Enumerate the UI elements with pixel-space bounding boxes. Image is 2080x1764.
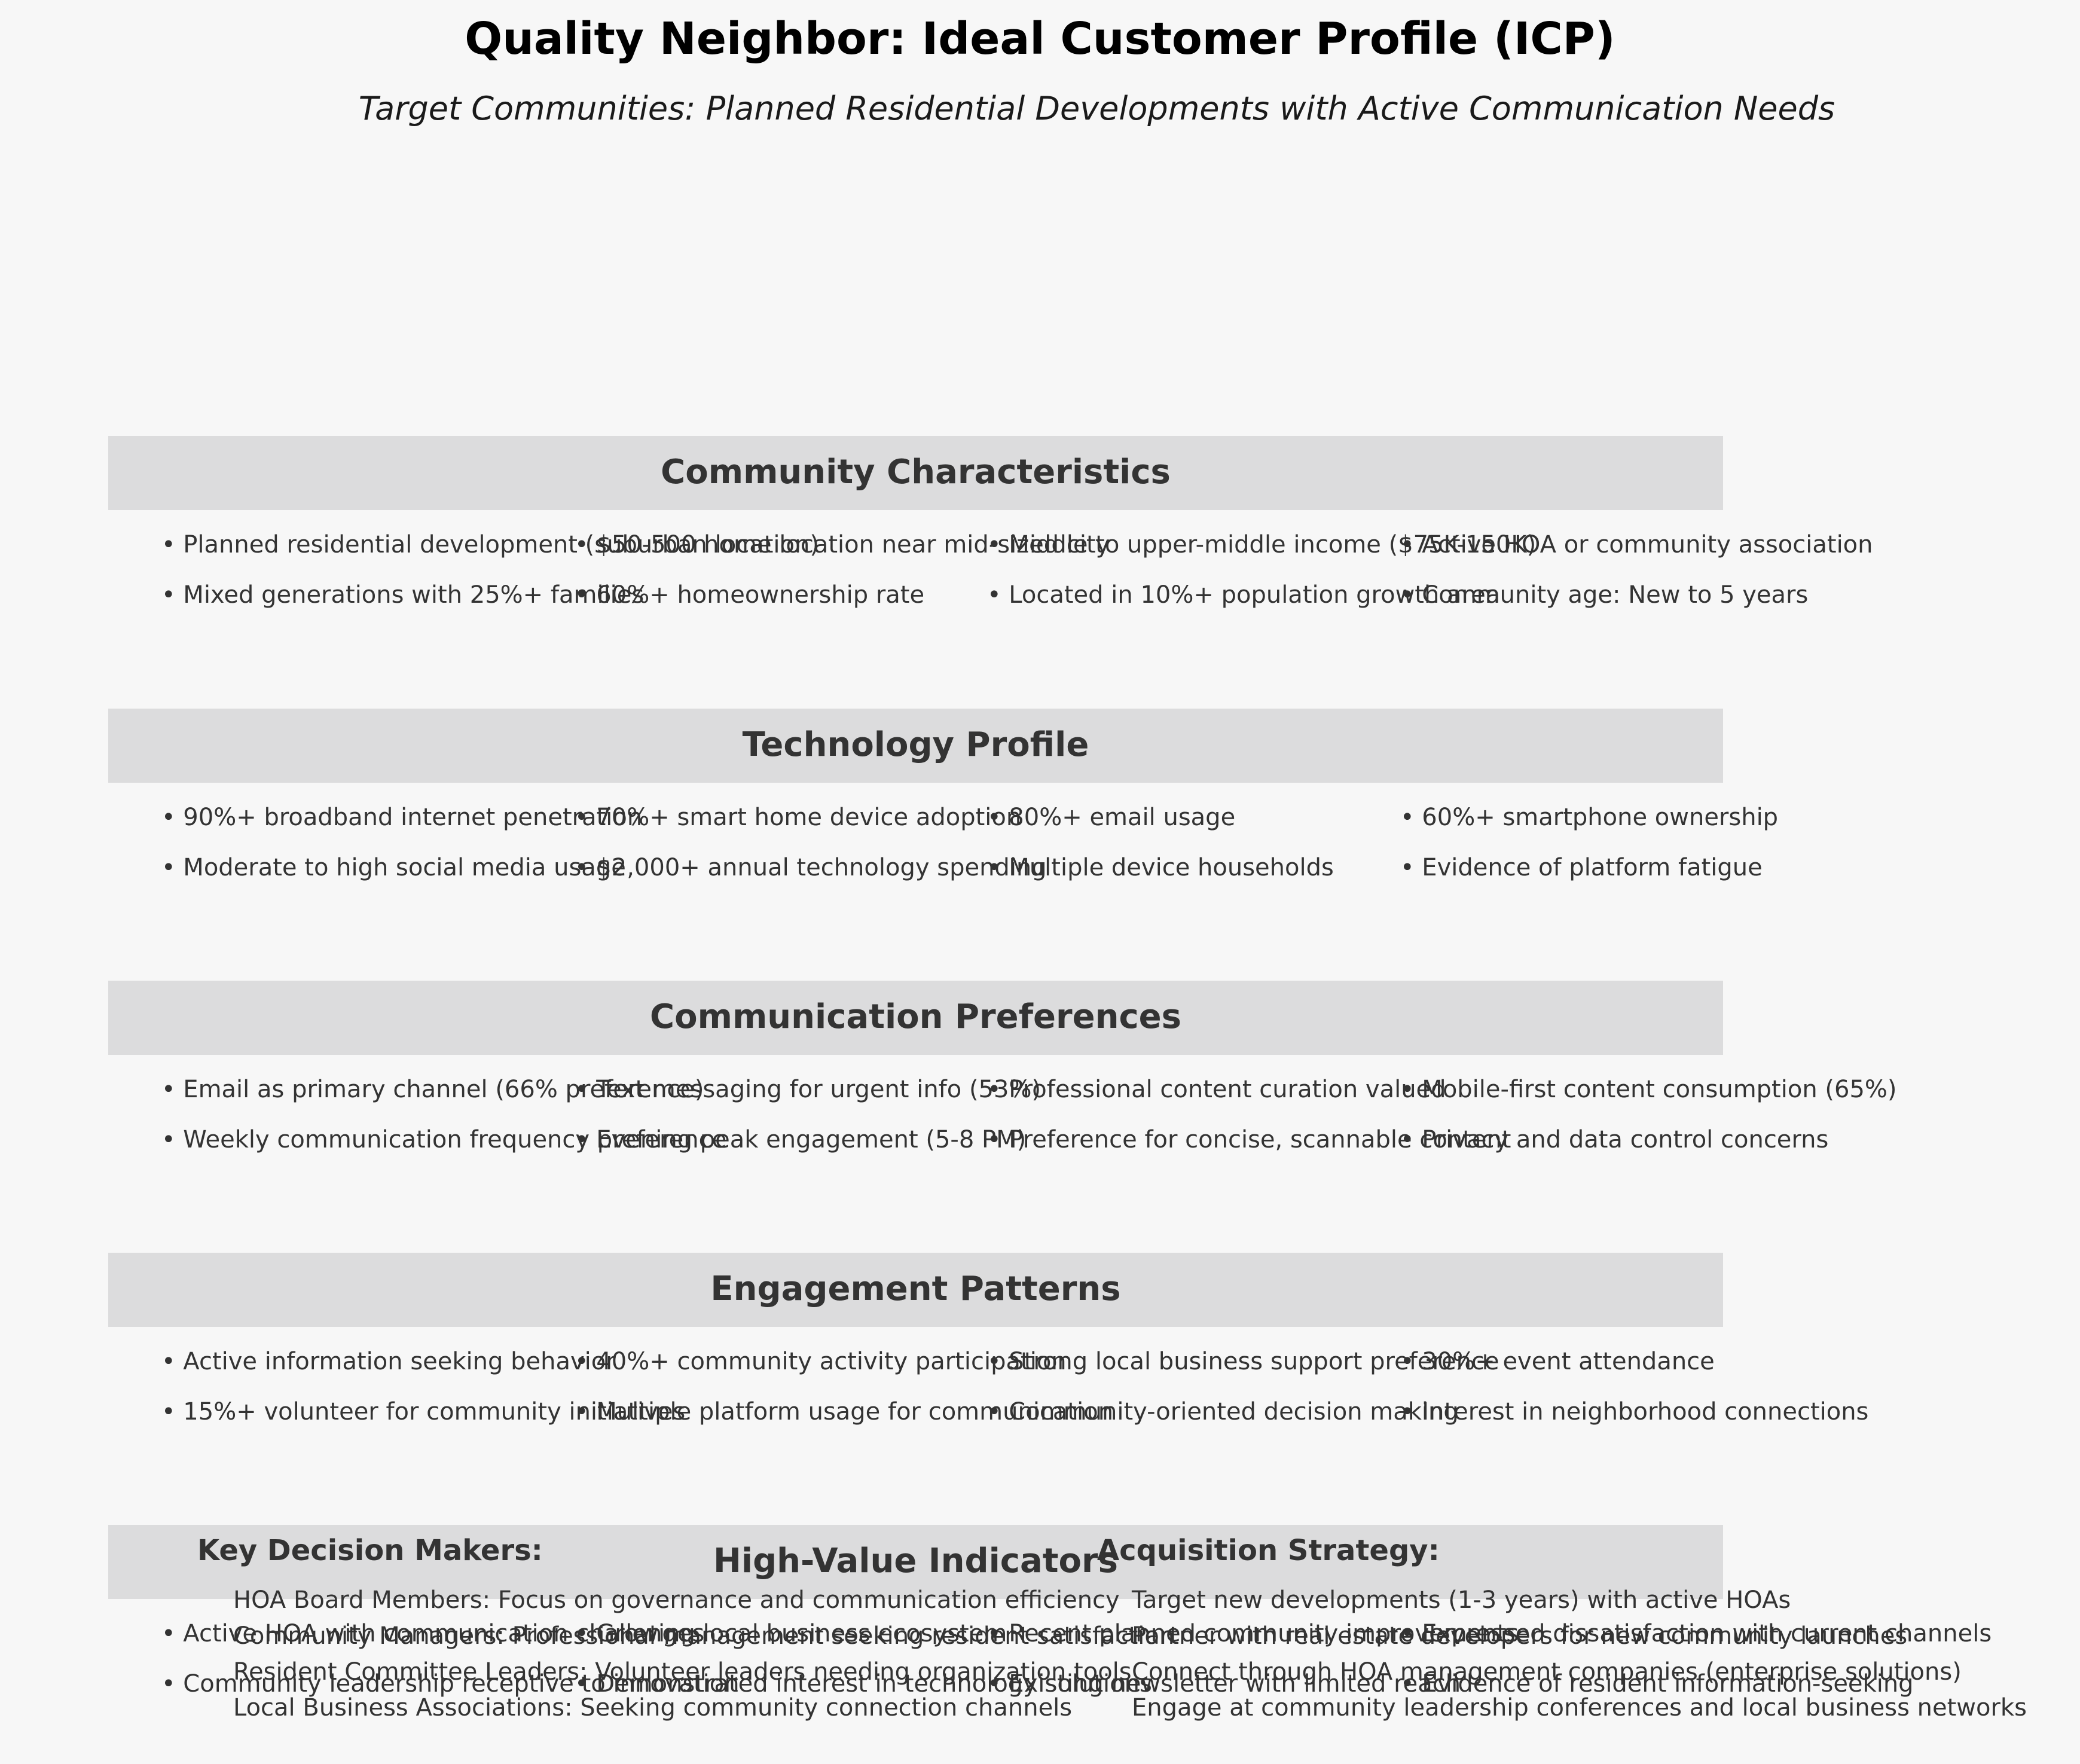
decision-maker-item: Community Managers: Professional managem… [233,1622,1175,1650]
bullet-item: • Active HOA or community association [1400,531,1873,559]
page-subtitle: Target Communities: Planned Residential … [358,90,1835,127]
bullet-item: • Evidence of platform fatigue [1400,854,1763,881]
bullet-item: • Text messaging for urgent info (53%) [575,1076,1041,1103]
bullet-item: • Community age: New to 5 years [1400,581,1809,609]
decision-maker-item: HOA Board Members: Focus on governance a… [233,1586,1120,1614]
acquisition-item: Target new developments (1-3 years) with… [1132,1586,1791,1614]
decision-maker-item: Resident Committee Leaders: Volunteer le… [233,1658,1132,1686]
bullet-item: • Community-oriented decision making [987,1398,1459,1426]
bullet-item: • 60%+ homeownership rate [575,581,925,609]
acquisition-item: Engage at community leadership conferenc… [1132,1694,2027,1722]
decision-maker-item: Local Business Associations: Seeking com… [233,1694,1073,1722]
bullet-item: • 70%+ smart home device adoption [575,804,1022,831]
bullet-item: • 80%+ email usage [987,804,1236,831]
bullet-item: • Professional content curation valued [987,1076,1446,1103]
section-title-communication: Communication Preferences [650,997,1181,1036]
bullet-item: • 60%+ smartphone ownership [1400,804,1779,831]
acquisition-strategy-title: Acquisition Strategy: [1097,1534,1440,1567]
bullet-item: • Multiple device households [987,854,1334,881]
acquisition-item: Partner with real estate developers for … [1132,1622,1908,1650]
section-title-technology: Technology Profile [742,725,1089,764]
bullet-item: • $2,000+ annual technology spending [575,854,1047,881]
bullet-item: • Mobile-first content consumption (65%) [1400,1076,1897,1103]
bullet-item: • Active information seeking behavior [161,1348,616,1375]
bullet-item: • Privacy and data control concerns [1400,1126,1829,1153]
bullet-item: • Mixed generations with 25%+ families [161,581,645,609]
decision-makers-title: Key Decision Makers: [197,1534,543,1567]
bullet-item: • 90%+ broadband internet penetration [161,804,643,831]
section-title-engagement: Engagement Patterns [710,1269,1121,1308]
bullet-item: • 30%+ event attendance [1400,1348,1715,1375]
acquisition-item: Connect through HOA management companies… [1132,1658,1962,1686]
bullet-item: • Evening peak engagement (5-8 PM) [575,1126,1027,1153]
bullet-item: • Interest in neighborhood connections [1400,1398,1869,1426]
page-title: Quality Neighbor: Ideal Customer Profile… [465,13,1615,65]
section-title-community: Community Characteristics [661,453,1171,492]
bullet-item: • Moderate to high social media usage [161,854,626,881]
